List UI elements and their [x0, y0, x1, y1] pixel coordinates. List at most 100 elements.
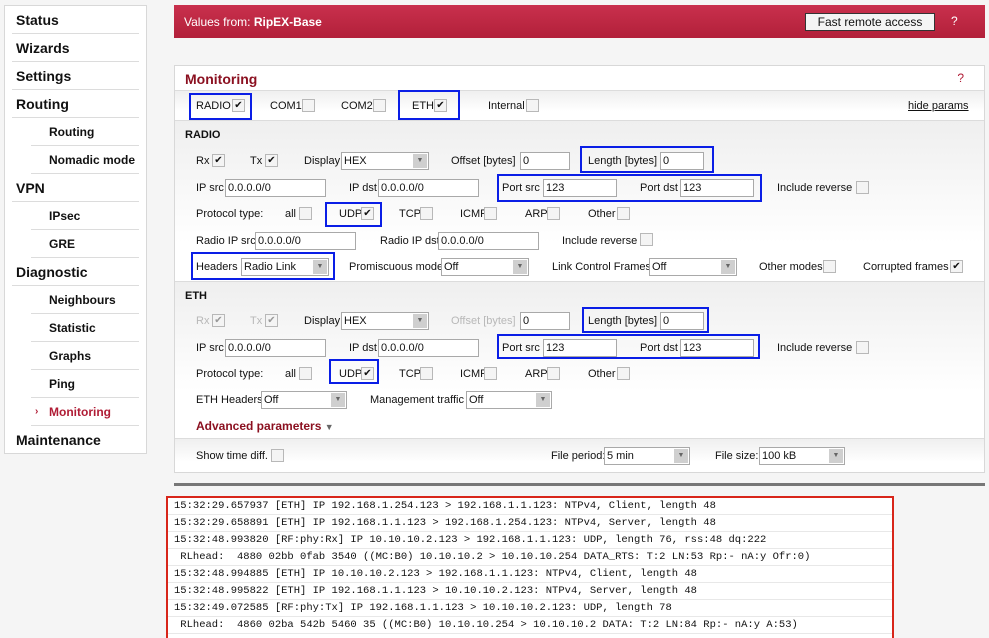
radio-corrupted-checkbox[interactable]: ✔: [950, 260, 963, 273]
radio-radio-ip-src-input[interactable]: 0.0.0.0/0: [255, 232, 356, 250]
protocol-other-checkbox[interactable]: [617, 207, 630, 220]
highlight-box: [189, 93, 252, 120]
sidebar-item-ping[interactable]: Ping: [31, 370, 139, 398]
sidebar-item-label: Neighbours: [49, 293, 116, 307]
sidebar-item-gre[interactable]: GRE: [31, 230, 139, 258]
file-period-select[interactable]: 5 min ▼: [604, 447, 690, 465]
radio-include-reverse-checkbox[interactable]: [856, 181, 869, 194]
sidebar-item-label: Settings: [16, 68, 72, 84]
protocol-all-checkbox[interactable]: [299, 207, 312, 220]
sidebar-item-routing[interactable]: Routing: [31, 118, 139, 146]
radio-radio-ip-dst-input[interactable]: 0.0.0.0/0: [438, 232, 539, 250]
sidebar-item-monitoring[interactable]: › Monitoring: [31, 398, 139, 426]
log-line: 15:32:48.995822 [ETH] IP 192.168.1.1.123…: [168, 583, 892, 600]
show-time-diff-checkbox[interactable]: [271, 449, 284, 462]
radio-promiscuous-label: Promiscuous mode: [349, 261, 444, 273]
sidebar-item-label: Statistic: [49, 321, 96, 335]
log-line: 15:32:29.657937 [ETH] IP 192.168.1.254.1…: [168, 498, 892, 515]
protocol-all-checkbox[interactable]: [299, 367, 312, 380]
protocol-tcp-checkbox[interactable]: [420, 207, 433, 220]
log-line: 15:32:48.994885 [ETH] IP 10.10.10.2.123 …: [168, 566, 892, 583]
iface-com2-checkbox[interactable]: [373, 99, 386, 112]
eth-rx-checkbox: ✔: [212, 314, 225, 327]
radio-other-modes-checkbox[interactable]: [823, 260, 836, 273]
divider: [174, 483, 985, 486]
eth-offset-input[interactable]: 0: [520, 312, 570, 330]
sidebar-item-wizards[interactable]: Wizards: [12, 34, 139, 62]
protocol-tcp-checkbox[interactable]: [420, 367, 433, 380]
sidebar-item-neighbours[interactable]: Neighbours: [31, 286, 139, 314]
sidebar-item-graphs[interactable]: Graphs: [31, 342, 139, 370]
iface-internal-checkbox[interactable]: [526, 99, 539, 112]
eth-tx-checkbox: ✔: [265, 314, 278, 327]
eth-rx-label: Rx: [196, 315, 210, 327]
chevron-down-icon: ▼: [413, 154, 427, 168]
radio-display-select[interactable]: HEX ▼: [341, 152, 429, 170]
protocol-tcp-label: TCP: [399, 368, 421, 380]
sidebar-item-maintenance[interactable]: Maintenance: [12, 426, 139, 454]
radio-link-control-select[interactable]: Off ▼: [649, 258, 737, 276]
radio-tx-checkbox[interactable]: ✔: [265, 154, 278, 167]
eth-tx-label: Tx: [250, 315, 263, 327]
sidebar-item-ipsec[interactable]: IPsec: [31, 202, 139, 230]
iface-com2-label: COM2: [341, 100, 373, 112]
protocol-other-checkbox[interactable]: [617, 367, 630, 380]
sidebar-item-vpn[interactable]: VPN: [12, 174, 139, 202]
sidebar-item-diagnostic[interactable]: Diagnostic: [12, 258, 139, 286]
sidebar-item-status[interactable]: Status: [12, 6, 139, 34]
values-from-label: Values from:: [184, 15, 251, 29]
sidebar-item-statistic[interactable]: Statistic: [31, 314, 139, 342]
eth-headers-value: Off: [264, 394, 279, 406]
eth-protocol-label: Protocol type:: [196, 368, 264, 380]
fast-remote-access-button[interactable]: Fast remote access: [805, 13, 935, 31]
sidebar-item-label: Monitoring: [49, 405, 111, 419]
log-line: 15:32:49.072585 [RF:phy:Tx] IP 192.168.1…: [168, 600, 892, 617]
radio-rx-checkbox[interactable]: ✔: [212, 154, 225, 167]
sidebar-item-label: Status: [16, 12, 59, 28]
panel-help-icon[interactable]: ?: [957, 71, 964, 85]
show-time-diff-label: Show time diff.: [196, 450, 268, 462]
eth-section: [175, 281, 984, 438]
header-help-icon[interactable]: ?: [951, 14, 958, 28]
hide-params-link[interactable]: hide params: [908, 100, 969, 112]
radio-radio-include-reverse-checkbox[interactable]: [640, 233, 653, 246]
protocol-arp-checkbox[interactable]: [547, 207, 560, 220]
chevron-down-icon: ▼: [721, 260, 735, 274]
file-size-value: 100 kB: [762, 450, 797, 462]
file-size-select[interactable]: 100 kB ▼: [759, 447, 845, 465]
radio-protocol-label: Protocol type:: [196, 208, 264, 220]
radio-ip-src-label: IP src: [196, 182, 224, 194]
radio-ip-src-input[interactable]: 0.0.0.0/0: [225, 179, 326, 197]
radio-section-title: RADIO: [185, 129, 221, 141]
radio-offset-input[interactable]: 0: [520, 152, 570, 170]
protocol-icmp-checkbox[interactable]: [484, 207, 497, 220]
file-size-label: File size:: [715, 450, 759, 462]
radio-include-reverse-label: Include reverse: [777, 182, 853, 194]
iface-com1-checkbox[interactable]: [302, 99, 315, 112]
active-marker-icon: ›: [35, 406, 39, 417]
radio-display-value: HEX: [344, 155, 367, 167]
station-name: RipEX-Base: [253, 15, 322, 29]
eth-display-select[interactable]: HEX ▼: [341, 312, 429, 330]
sidebar-item-settings[interactable]: Settings: [12, 62, 139, 90]
radio-link-control-value: Off: [652, 261, 667, 273]
advanced-parameters-toggle[interactable]: Advanced parameters ▼: [196, 419, 334, 433]
protocol-other-label: Other: [588, 208, 616, 220]
radio-ip-dst-input[interactable]: 0.0.0.0/0: [378, 179, 479, 197]
sidebar-item-nomadic-mode[interactable]: Nomadic mode: [31, 146, 139, 174]
protocol-icmp-checkbox[interactable]: [484, 367, 497, 380]
eth-ip-src-input[interactable]: 0.0.0.0/0: [225, 339, 326, 357]
file-period-label: File period:: [551, 450, 606, 462]
radio-radio-include-reverse-label: Include reverse: [562, 235, 638, 247]
sidebar-item-routing[interactable]: Routing: [12, 90, 139, 118]
eth-include-reverse-checkbox[interactable]: [856, 341, 869, 354]
chevron-down-icon: ▼: [331, 393, 345, 407]
sidebar-item-label: Nomadic mode: [49, 153, 136, 167]
eth-mgmt-traffic-select[interactable]: Off ▼: [466, 391, 552, 409]
radio-promiscuous-select[interactable]: Off ▼: [441, 258, 529, 276]
chevron-down-icon: ▼: [513, 260, 527, 274]
protocol-arp-checkbox[interactable]: [547, 367, 560, 380]
radio-corrupted-label: Corrupted frames: [863, 261, 949, 273]
eth-headers-select[interactable]: Off ▼: [261, 391, 347, 409]
eth-ip-dst-input[interactable]: 0.0.0.0/0: [378, 339, 479, 357]
